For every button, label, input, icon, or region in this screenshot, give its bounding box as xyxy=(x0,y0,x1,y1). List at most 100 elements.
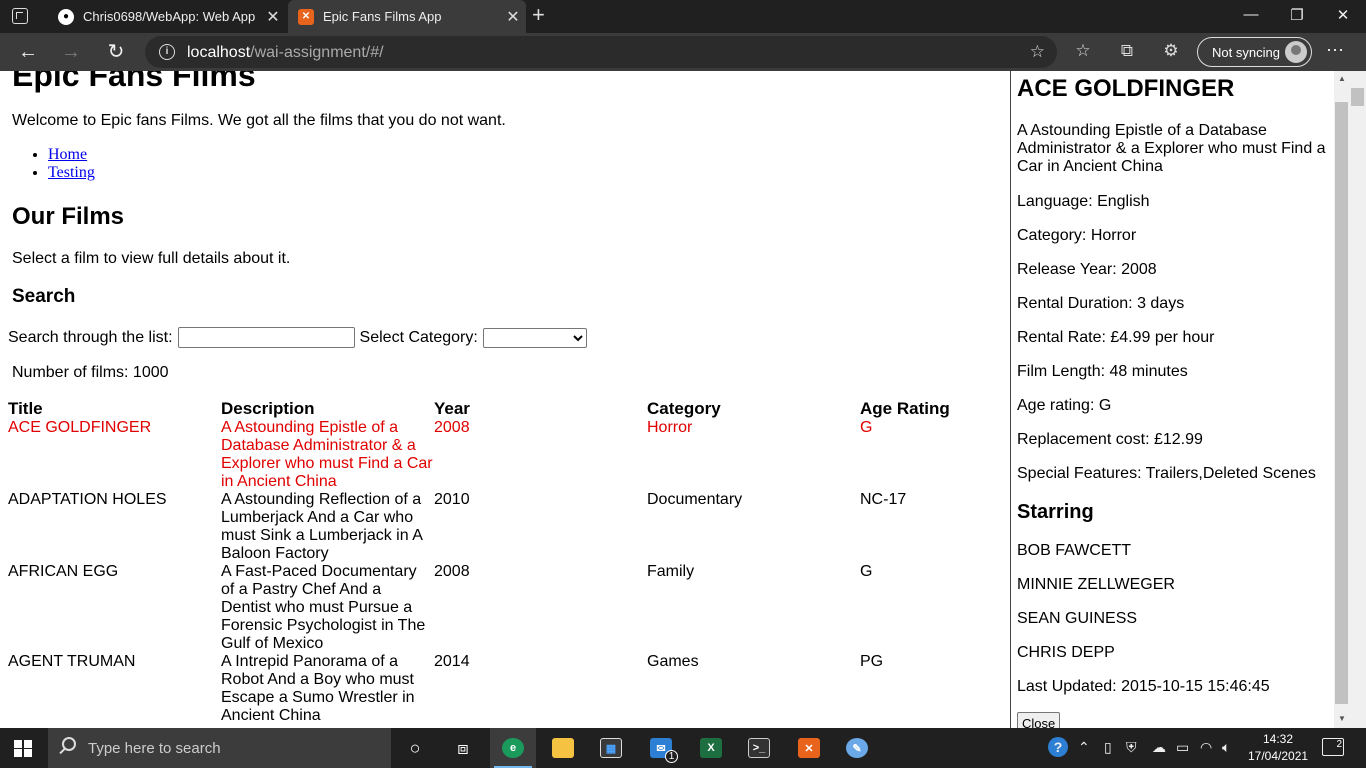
back-button[interactable]: ← xyxy=(16,40,40,64)
column-header-title: Title xyxy=(8,399,43,418)
cortana-icon[interactable]: ○ xyxy=(392,728,438,768)
battery-icon[interactable]: ▭ xyxy=(1176,739,1189,756)
film-category: Horror xyxy=(647,419,693,436)
detail-scrollbar[interactable]: ▲ ▼ xyxy=(1334,71,1366,728)
help-icon[interactable]: ? xyxy=(1048,737,1068,757)
column-header-year: Year xyxy=(434,399,470,418)
search-input[interactable] xyxy=(177,327,355,348)
tab-title: Chris0698/WebApp: Web App xyxy=(83,9,256,24)
column-header-category: Category xyxy=(647,399,721,418)
film-detail-panel: ACE GOLDFINGER A Astounding Epistle of a… xyxy=(1010,71,1334,728)
tab-github[interactable]: ● Chris0698/WebApp: Web App ✕ xyxy=(48,0,286,33)
film-description: A Astounding Reflection of a Lumberjack … xyxy=(221,491,422,562)
close-window-button[interactable]: ✕ xyxy=(1328,6,1358,24)
select-hint: Select a film to view full details about… xyxy=(12,250,291,267)
film-rating: NC-17 xyxy=(860,491,907,508)
windows-taskbar: Type here to search ○ ⧈ e ▦ ✉ 1 X >_ ✕ ✎ … xyxy=(0,728,1366,768)
column-header-description: Description xyxy=(221,399,315,418)
tab-actions-icon[interactable] xyxy=(12,8,28,24)
profile-sync-button[interactable]: Not syncing xyxy=(1197,37,1312,67)
edge-dev-icon[interactable]: e xyxy=(490,728,536,768)
category-select[interactable] xyxy=(482,327,587,348)
onedrive-icon[interactable]: ☁ xyxy=(1152,739,1166,756)
film-description: A Intrepid Panorama of a Robot And a Boy… xyxy=(221,653,415,724)
favorites-icon[interactable]: ☆ xyxy=(1072,41,1094,61)
usb-icon[interactable]: ▯ xyxy=(1104,739,1112,756)
extensions-icon[interactable]: ⚙ xyxy=(1160,41,1182,61)
category-label: Select Category: xyxy=(359,328,478,346)
more-menu-icon[interactable]: ⋯ xyxy=(1326,40,1344,61)
film-year: 2010 xyxy=(434,491,470,508)
clock-time: 14:32 xyxy=(1262,732,1294,746)
xampp-icon: ✕ xyxy=(298,8,314,25)
nav-menu: Home Testing xyxy=(48,146,95,182)
nav-link-home[interactable]: Home xyxy=(48,146,87,163)
minimize-button[interactable]: — xyxy=(1236,6,1266,23)
film-title: AGENT TRUMAN xyxy=(8,653,136,670)
collections-icon[interactable]: ⧉ xyxy=(1116,41,1138,61)
page-scroll-thumb[interactable] xyxy=(1351,88,1364,106)
detail-category: Category: Horror xyxy=(1017,227,1137,244)
taskbar-search-box[interactable]: Type here to search xyxy=(48,728,391,768)
nav-link-testing[interactable]: Testing xyxy=(48,164,95,181)
url-text[interactable]: localhost/wai-assignment/#/ xyxy=(187,44,384,62)
page-scrollbar-track[interactable] xyxy=(1350,71,1366,728)
refresh-button[interactable]: ↻ xyxy=(104,40,128,64)
detail-special-features: Special Features: Trailers,Deleted Scene… xyxy=(1017,465,1316,482)
table-row[interactable]: ADAPTATION HOLES A Astounding Reflection… xyxy=(8,491,1010,563)
detail-age-rating: Age rating: G xyxy=(1017,397,1112,414)
windows-start-icon[interactable] xyxy=(14,740,32,757)
task-view-icon[interactable]: ⧈ xyxy=(440,728,486,768)
show-hidden-icons-icon[interactable]: ⌃ xyxy=(1078,739,1090,756)
volume-icon[interactable]: 🔈︎ xyxy=(1222,739,1230,756)
xampp-icon[interactable]: ✕ xyxy=(786,728,832,768)
film-count: Number of films: 1000 xyxy=(12,364,169,381)
film-rating: G xyxy=(860,563,873,580)
add-favorite-icon[interactable]: ☆ xyxy=(1030,42,1045,62)
site-info-icon[interactable]: i xyxy=(159,44,175,60)
close-tab-icon[interactable]: ✕ xyxy=(260,7,286,27)
scroll-thumb[interactable] xyxy=(1335,102,1348,704)
taskbar-clock[interactable]: 14:32 17/04/2021 xyxy=(1248,731,1308,765)
column-header-age-rating: Age Rating xyxy=(860,399,950,418)
detail-description: A Astounding Epistle of a Database Admin… xyxy=(1017,122,1326,175)
film-title: ACE GOLDFINGER xyxy=(8,419,152,436)
file-explorer-icon[interactable] xyxy=(540,728,586,768)
film-year: 2008 xyxy=(434,563,470,580)
film-rating: PG xyxy=(860,653,884,670)
close-detail-button[interactable]: Close xyxy=(1017,712,1061,728)
mail-icon[interactable]: ✉ 1 xyxy=(638,728,684,768)
url-host: localhost xyxy=(187,44,251,61)
mail-badge: 1 xyxy=(665,750,678,763)
terminal-icon[interactable]: >_ xyxy=(736,728,782,768)
actor-name: CHRIS DEPP xyxy=(1017,644,1115,661)
film-description: A Fast-Paced Documentary of a Pastry Che… xyxy=(221,563,426,652)
film-category: Family xyxy=(647,563,695,580)
film-title: ADAPTATION HOLES xyxy=(8,491,167,508)
table-row[interactable]: AFRICAN EGG A Fast-Paced Documentary of … xyxy=(8,563,1010,653)
restore-button[interactable]: ❐ xyxy=(1282,6,1312,24)
excel-icon[interactable]: X xyxy=(688,728,734,768)
table-row[interactable]: ACE GOLDFINGER A Astounding Epistle of a… xyxy=(8,419,1010,491)
paint-icon[interactable]: ✎ xyxy=(834,728,880,768)
close-tab-icon[interactable]: ✕ xyxy=(500,7,526,27)
film-category: Documentary xyxy=(647,491,743,508)
store-icon[interactable]: ▦ xyxy=(588,728,634,768)
new-tab-button[interactable]: + xyxy=(532,4,545,26)
detail-language: Language: English xyxy=(1017,193,1150,210)
wifi-icon[interactable]: ◠ xyxy=(1200,739,1212,756)
film-rating: G xyxy=(860,419,873,436)
url-field[interactable]: i localhost/wai-assignment/#/ ☆ xyxy=(145,36,1057,68)
security-shield-icon[interactable]: ⛨ xyxy=(1126,739,1137,756)
tab-title: Epic Fans Films App xyxy=(323,9,442,24)
film-description: A Astounding Epistle of a Database Admin… xyxy=(221,419,433,490)
table-header-row: Title Description Year Category Age Rati… xyxy=(8,398,1010,419)
tab-epic-fans-films[interactable]: ✕ Epic Fans Films App ✕ xyxy=(288,0,526,33)
clock-date: 17/04/2021 xyxy=(1248,749,1309,763)
site-title: Epic Fans Films xyxy=(12,71,256,93)
table-row[interactable]: AGENT TRUMAN A Intrepid Panorama of a Ro… xyxy=(8,653,1010,725)
forward-button[interactable]: → xyxy=(59,40,83,64)
browser-tab-bar: ● Chris0698/WebApp: Web App ✕ ✕ Epic Fan… xyxy=(0,0,1366,33)
detail-rental-duration: Rental Duration: 3 days xyxy=(1017,295,1185,312)
notification-center-icon[interactable]: 2 xyxy=(1322,738,1344,756)
